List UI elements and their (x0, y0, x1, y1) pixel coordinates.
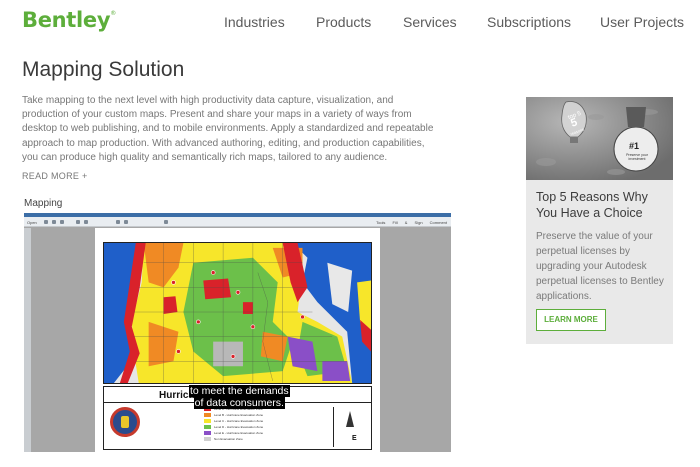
north-arrow-block (333, 407, 365, 447)
legend-swatch-e (204, 431, 211, 435)
nav-item-user-projects[interactable]: User Projects (600, 14, 684, 30)
toolbar-zoom-out-icon (116, 220, 120, 224)
pdf-toolbar: Open Tools Fill & Sign Comment (24, 217, 451, 227)
intro-paragraph: Take mapping to the next level with high… (22, 95, 434, 163)
legend-label-e: Level E - Hurricane Evacuation Zone (214, 431, 264, 435)
read-more-link[interactable]: READ MORE + (22, 171, 88, 181)
nav-item-industries[interactable]: Industries (224, 14, 285, 30)
badge2-number: #1 (629, 141, 640, 151)
legend-label-d: Level D - Hurricane Evacuation Zone (214, 425, 264, 429)
learn-more-button[interactable]: LEARN MORE (536, 309, 606, 331)
page-title: Mapping Solution (22, 58, 185, 81)
toolbar-right-labels: Tools Fill & Sign Comment (376, 220, 447, 225)
promo-image[interactable]: top 5 5 reasons #1 Preserve your investm… (526, 97, 673, 180)
hurricane-evacuation-map (103, 242, 372, 384)
logo-text: Bentley (22, 8, 111, 32)
legend-swatch-c (204, 419, 211, 423)
video-section-label: Mapping (24, 198, 63, 209)
nav-item-subscriptions[interactable]: Subscriptions (487, 14, 571, 30)
legend-swatch-non (204, 437, 211, 441)
mapping-video-player[interactable]: Open Tools Fill & Sign Comment Hurricane… (24, 213, 451, 452)
caption-line-1: to meet the demands (189, 385, 290, 397)
bentley-logo[interactable]: Bentley® (22, 8, 116, 32)
registered-mark: ® (110, 10, 116, 17)
lightbulb-illustration (526, 97, 673, 180)
map-sheet-letter: E (352, 435, 357, 442)
toolbar-open-label: Open (27, 220, 37, 225)
toolbar-mail-icon (60, 220, 64, 224)
video-caption: to meet the demands of data consumers. (189, 385, 290, 409)
legend-swatch-d (204, 425, 211, 429)
toolbar-print-icon (52, 220, 56, 224)
north-arrow-icon (346, 411, 354, 427)
county-seal-icon (110, 407, 140, 437)
legend-label-c: Level C - Hurricane Evacuation Zone (214, 419, 264, 423)
promo-card: top 5 5 reasons #1 Preserve your investm… (526, 97, 673, 344)
nav-item-products[interactable]: Products (316, 14, 371, 30)
pdf-sidebar (24, 228, 31, 452)
caption-line-2: of data consumers. (193, 397, 285, 409)
promo-text: Preserve the value of your perpetual lic… (536, 231, 664, 302)
legend-label-b: Level B - Hurricane Evacuation Zone (214, 413, 264, 417)
toolbar-next-icon (84, 220, 88, 224)
map-graphic (104, 243, 371, 383)
badge2-text: Preserve your investment (626, 153, 648, 161)
toolbar-fit-icon (164, 220, 168, 224)
toolbar-prev-icon (76, 220, 80, 224)
nav-item-services[interactable]: Services (403, 14, 457, 30)
legend-label-non: Non Evacuation Zone (214, 437, 243, 441)
legend-swatch-b (204, 413, 211, 417)
toolbar-save-icon (44, 220, 48, 224)
promo-heading[interactable]: Top 5 Reasons Why You Have a Choice (536, 189, 666, 221)
pdf-page: Hurricane Level A - Hurricane Evacuation… (95, 228, 380, 452)
toolbar-zoom-in-icon (124, 220, 128, 224)
